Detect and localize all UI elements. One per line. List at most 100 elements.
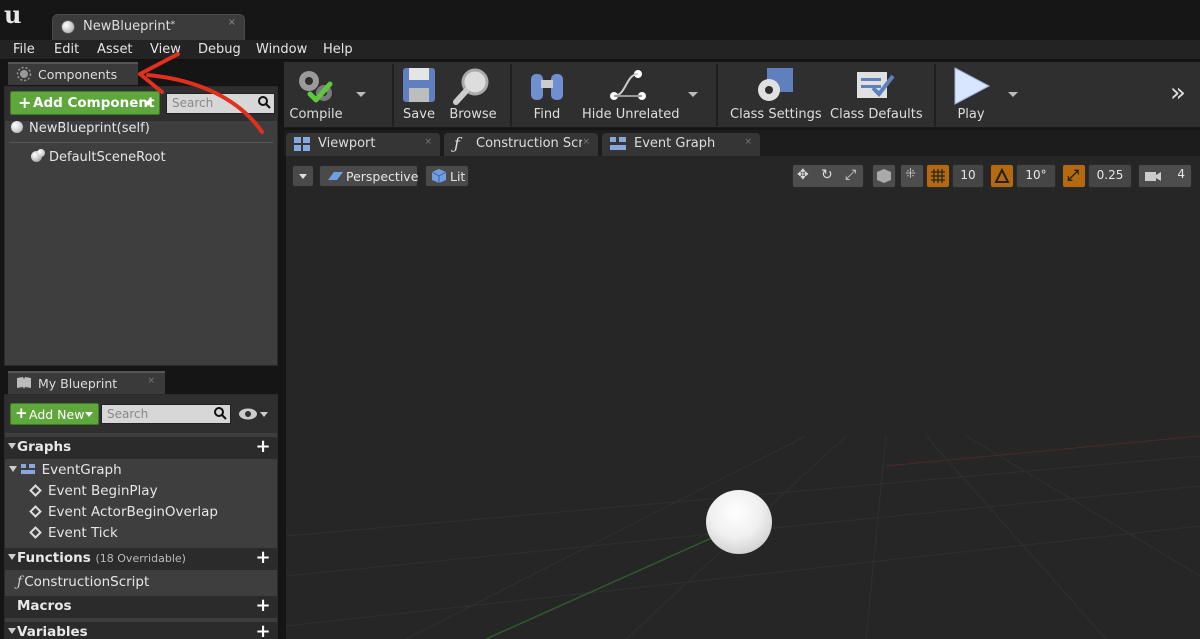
macros-header[interactable]: Macros + [5, 596, 277, 618]
viewport[interactable]: Perspective Lit ✥ ↻ ⤢ ⁜ 10 10° ⤢ 0.25 4 [286, 156, 1200, 639]
event-diamond-icon [29, 505, 42, 518]
collapse-triangle-icon [8, 443, 16, 449]
document-tab[interactable]: NewBlueprint* × [52, 14, 245, 40]
menu-help[interactable]: Help [323, 42, 353, 57]
menu-edit[interactable]: Edit [54, 42, 79, 57]
rotate-icon[interactable]: ↻ [821, 167, 833, 183]
event-label: Event ActorBeginOverlap [48, 504, 218, 520]
main-toolbar: Compile Save Browse Find Hide Unrelated [284, 62, 1200, 128]
add-function-button[interactable]: + [255, 549, 271, 567]
grid-snap-toggle[interactable] [926, 164, 950, 188]
variables-header[interactable]: Variables + [5, 622, 277, 639]
camera-speed-button[interactable]: 4 [1138, 164, 1192, 188]
close-tab-icon[interactable]: × [147, 376, 155, 386]
translate-icon[interactable]: ✥ [797, 167, 809, 183]
tab-event-graph[interactable]: Event Graph × [602, 133, 760, 156]
event-diamond-icon [29, 484, 42, 497]
event-label: Event BeginPlay [48, 483, 158, 499]
book-icon [16, 375, 32, 391]
grid-snap-value[interactable]: 10 [952, 164, 984, 188]
find-button[interactable]: Find [522, 62, 572, 128]
rotation-snap-toggle[interactable] [990, 164, 1014, 188]
annotation-arrow [138, 52, 264, 134]
event-tick-item[interactable]: Event Tick [29, 525, 118, 541]
toolbar-separator [716, 64, 718, 126]
play-button[interactable]: Play [946, 62, 996, 128]
tree-item-default-scene-root[interactable]: DefaultSceneRoot [31, 149, 166, 165]
construction-script-label: ConstructionScript [24, 574, 150, 590]
class-settings-label: Class Settings [730, 107, 822, 122]
title-bar: u NewBlueprint* × [0, 0, 1200, 40]
add-new-label: Add New [29, 407, 85, 422]
compile-button[interactable]: Compile [288, 62, 344, 128]
components-tab[interactable]: Components [8, 62, 138, 85]
viewport-grid-icon [294, 137, 310, 151]
toolbar-separator [392, 64, 394, 126]
unreal-logo-icon[interactable]: u [4, 2, 30, 28]
blueprint-asset-icon [61, 20, 75, 34]
my-blueprint-search-input[interactable]: Search [101, 404, 231, 424]
tab-label: Construction Scrip [476, 136, 582, 151]
event-graph-icon [21, 464, 36, 474]
scale-snap-value[interactable]: 0.25 [1088, 164, 1132, 188]
search-icon [214, 407, 227, 420]
macros-label: Macros [17, 598, 72, 614]
perspective-label: Perspective [346, 169, 419, 184]
function-icon: ƒ [17, 574, 23, 590]
event-graph-icon [610, 137, 626, 150]
tab-construction-script[interactable]: ƒ Construction Scrip × [444, 133, 598, 156]
lit-cube-icon [431, 169, 447, 183]
scale-snap-toggle[interactable]: ⤢ [1062, 164, 1086, 188]
close-tab-icon[interactable]: × [424, 137, 432, 147]
editor-tab-strip: Viewport × ƒ Construction Scrip × Event … [284, 130, 1200, 156]
components-tab-label: Components [38, 67, 118, 82]
sphere-preview[interactable] [706, 490, 772, 554]
compile-options-dropdown[interactable] [356, 92, 366, 97]
angle-icon [994, 168, 1010, 183]
class-defaults-button[interactable]: Class Defaults [830, 62, 923, 128]
add-macro-button[interactable]: + [255, 597, 271, 615]
plus-icon: + [15, 404, 28, 422]
my-blueprint-tab[interactable]: My Blueprint × [8, 371, 165, 394]
tab-viewport[interactable]: Viewport × [286, 133, 440, 156]
event-diamond-icon [29, 526, 42, 539]
rotation-snap-value[interactable]: 10° [1016, 164, 1056, 188]
menu-file[interactable]: File [13, 42, 35, 57]
add-new-button[interactable]: + Add New [10, 403, 99, 425]
browse-button[interactable]: Browse [448, 62, 498, 128]
functions-note: (18 Overridable) [95, 552, 186, 565]
event-actor-begin-overlap-item[interactable]: Event ActorBeginOverlap [29, 504, 218, 520]
play-options-dropdown[interactable] [1008, 92, 1018, 97]
world-local-toggle[interactable] [872, 164, 896, 188]
scale-icon[interactable]: ⤢ [845, 167, 856, 183]
visibility-eye-icon[interactable] [238, 407, 270, 421]
save-button[interactable]: Save [398, 62, 440, 128]
functions-header[interactable]: Functions (18 Overridable) + [5, 548, 277, 570]
event-graph-item[interactable]: EventGraph [9, 462, 122, 478]
components-icon [16, 66, 32, 82]
viewport-options-button[interactable] [292, 165, 314, 187]
my-blueprint-toolbar: + Add New Search [5, 395, 277, 433]
scale-arrow-icon: ⤢ [1067, 166, 1080, 184]
close-tab-icon[interactable]: × [582, 137, 590, 147]
close-tab-icon[interactable]: × [228, 17, 236, 28]
add-variable-button[interactable]: + [255, 623, 271, 639]
tab-label: Viewport [318, 136, 376, 151]
functions-label: Functions [17, 550, 91, 566]
class-settings-button[interactable]: Class Settings [730, 62, 822, 128]
compile-gears-icon [299, 71, 333, 103]
event-begin-play-item[interactable]: Event BeginPlay [29, 483, 158, 499]
construction-script-item[interactable]: ƒ ConstructionScript [17, 574, 149, 590]
add-graph-button[interactable]: + [255, 438, 271, 456]
modified-marker: * [170, 20, 176, 30]
hide-unrelated-button[interactable]: Hide Unrelated [582, 62, 680, 128]
camera-speed-value: 4 [1177, 167, 1185, 181]
perspective-button[interactable]: Perspective [319, 165, 418, 187]
surface-snap-toggle[interactable]: ⁜ [900, 164, 924, 188]
toolbar-overflow-button[interactable]: » [1170, 78, 1186, 108]
close-tab-icon[interactable]: × [744, 137, 752, 147]
hide-unrelated-dropdown[interactable] [688, 92, 698, 97]
collapse-triangle-icon [9, 466, 17, 472]
lit-button[interactable]: Lit [425, 165, 469, 187]
graphs-header[interactable]: Graphs + [5, 437, 277, 459]
